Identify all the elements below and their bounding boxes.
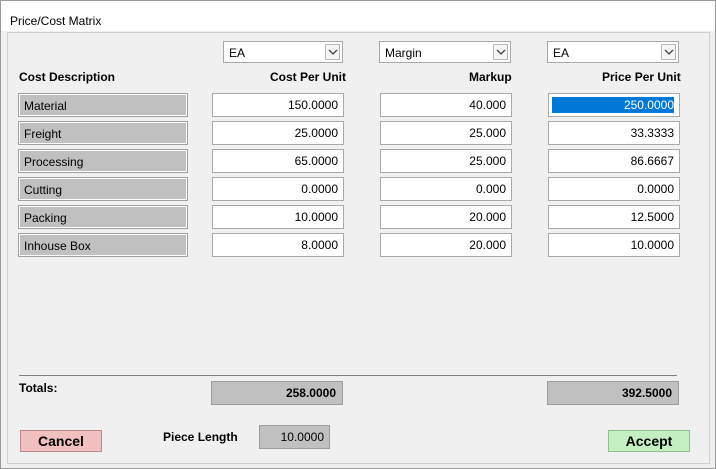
total-price-value: 392.5000	[547, 381, 679, 405]
markup-input-processing[interactable]: 25.000	[380, 149, 512, 173]
cost-input-packing[interactable]: 10.0000	[212, 205, 344, 229]
price-input-packing[interactable]: 12.5000	[548, 205, 680, 229]
row-label-text: Inhouse Box	[24, 239, 91, 253]
row-label-material: Material	[18, 93, 188, 117]
price-unit-select[interactable]: EA	[547, 41, 679, 63]
markup-input-material[interactable]: 40.000	[380, 93, 512, 117]
markup-input-cutting[interactable]: 0.000	[380, 177, 512, 201]
totals-label: Totals:	[19, 381, 58, 395]
cost-unit-select[interactable]: EA	[223, 41, 343, 63]
row-label-inhouse-box: Inhouse Box	[18, 233, 188, 257]
totals-divider	[19, 375, 677, 376]
price-cost-matrix-window: Price/Cost Matrix EA Margin EA Cost Desc…	[0, 0, 716, 469]
total-cost-value: 258.0000	[211, 381, 343, 405]
cost-input-inhouse-box[interactable]: 8.0000	[212, 233, 344, 257]
header-markup: Markup	[469, 70, 512, 84]
row-label-text: Material	[24, 99, 67, 113]
row-label-text: Cutting	[24, 183, 63, 197]
price-unit-value: EA	[553, 46, 570, 60]
cost-unit-value: EA	[229, 46, 246, 60]
cost-input-cutting[interactable]: 0.0000	[212, 177, 344, 201]
piece-length-label: Piece Length	[163, 430, 238, 444]
row-label-cutting: Cutting	[18, 177, 188, 201]
price-input-material[interactable]: 250.0000	[548, 93, 680, 117]
price-input-processing[interactable]: 86.6667	[548, 149, 680, 173]
header-cost-per-unit: Cost Per Unit	[270, 70, 347, 84]
header-cost-description: Cost Description	[19, 70, 116, 84]
row-label-text: Packing	[24, 211, 67, 225]
header-price-per-unit: Price Per Unit	[602, 70, 681, 84]
selected-text: 250.0000	[552, 97, 674, 113]
cost-input-material[interactable]: 150.0000	[212, 93, 344, 117]
cost-input-freight[interactable]: 25.0000	[212, 121, 344, 145]
cancel-button[interactable]: Cancel	[20, 430, 102, 452]
chevron-down-icon[interactable]	[325, 44, 340, 60]
price-input-cutting[interactable]: 0.0000	[548, 177, 680, 201]
markup-mode-select[interactable]: Margin	[379, 41, 511, 63]
markup-input-inhouse-box[interactable]: 20.000	[380, 233, 512, 257]
chevron-down-icon[interactable]	[661, 44, 676, 60]
cost-input-processing[interactable]: 65.0000	[212, 149, 344, 173]
price-input-freight[interactable]: 33.3333	[548, 121, 680, 145]
chevron-down-icon[interactable]	[493, 44, 508, 60]
markup-input-packing[interactable]: 20.000	[380, 205, 512, 229]
markup-input-freight[interactable]: 25.000	[380, 121, 512, 145]
row-label-text: Freight	[24, 127, 62, 141]
accept-button[interactable]: Accept	[608, 430, 690, 452]
row-label-text: Processing	[24, 155, 84, 169]
markup-mode-value: Margin	[385, 46, 422, 60]
row-label-packing: Packing	[18, 205, 188, 229]
title-bar: Price/Cost Matrix	[1, 1, 715, 31]
row-label-freight: Freight	[18, 121, 188, 145]
price-input-inhouse-box[interactable]: 10.0000	[548, 233, 680, 257]
piece-length-value: 10.0000	[259, 425, 330, 449]
window-title: Price/Cost Matrix	[10, 14, 102, 28]
row-label-processing: Processing	[18, 149, 188, 173]
